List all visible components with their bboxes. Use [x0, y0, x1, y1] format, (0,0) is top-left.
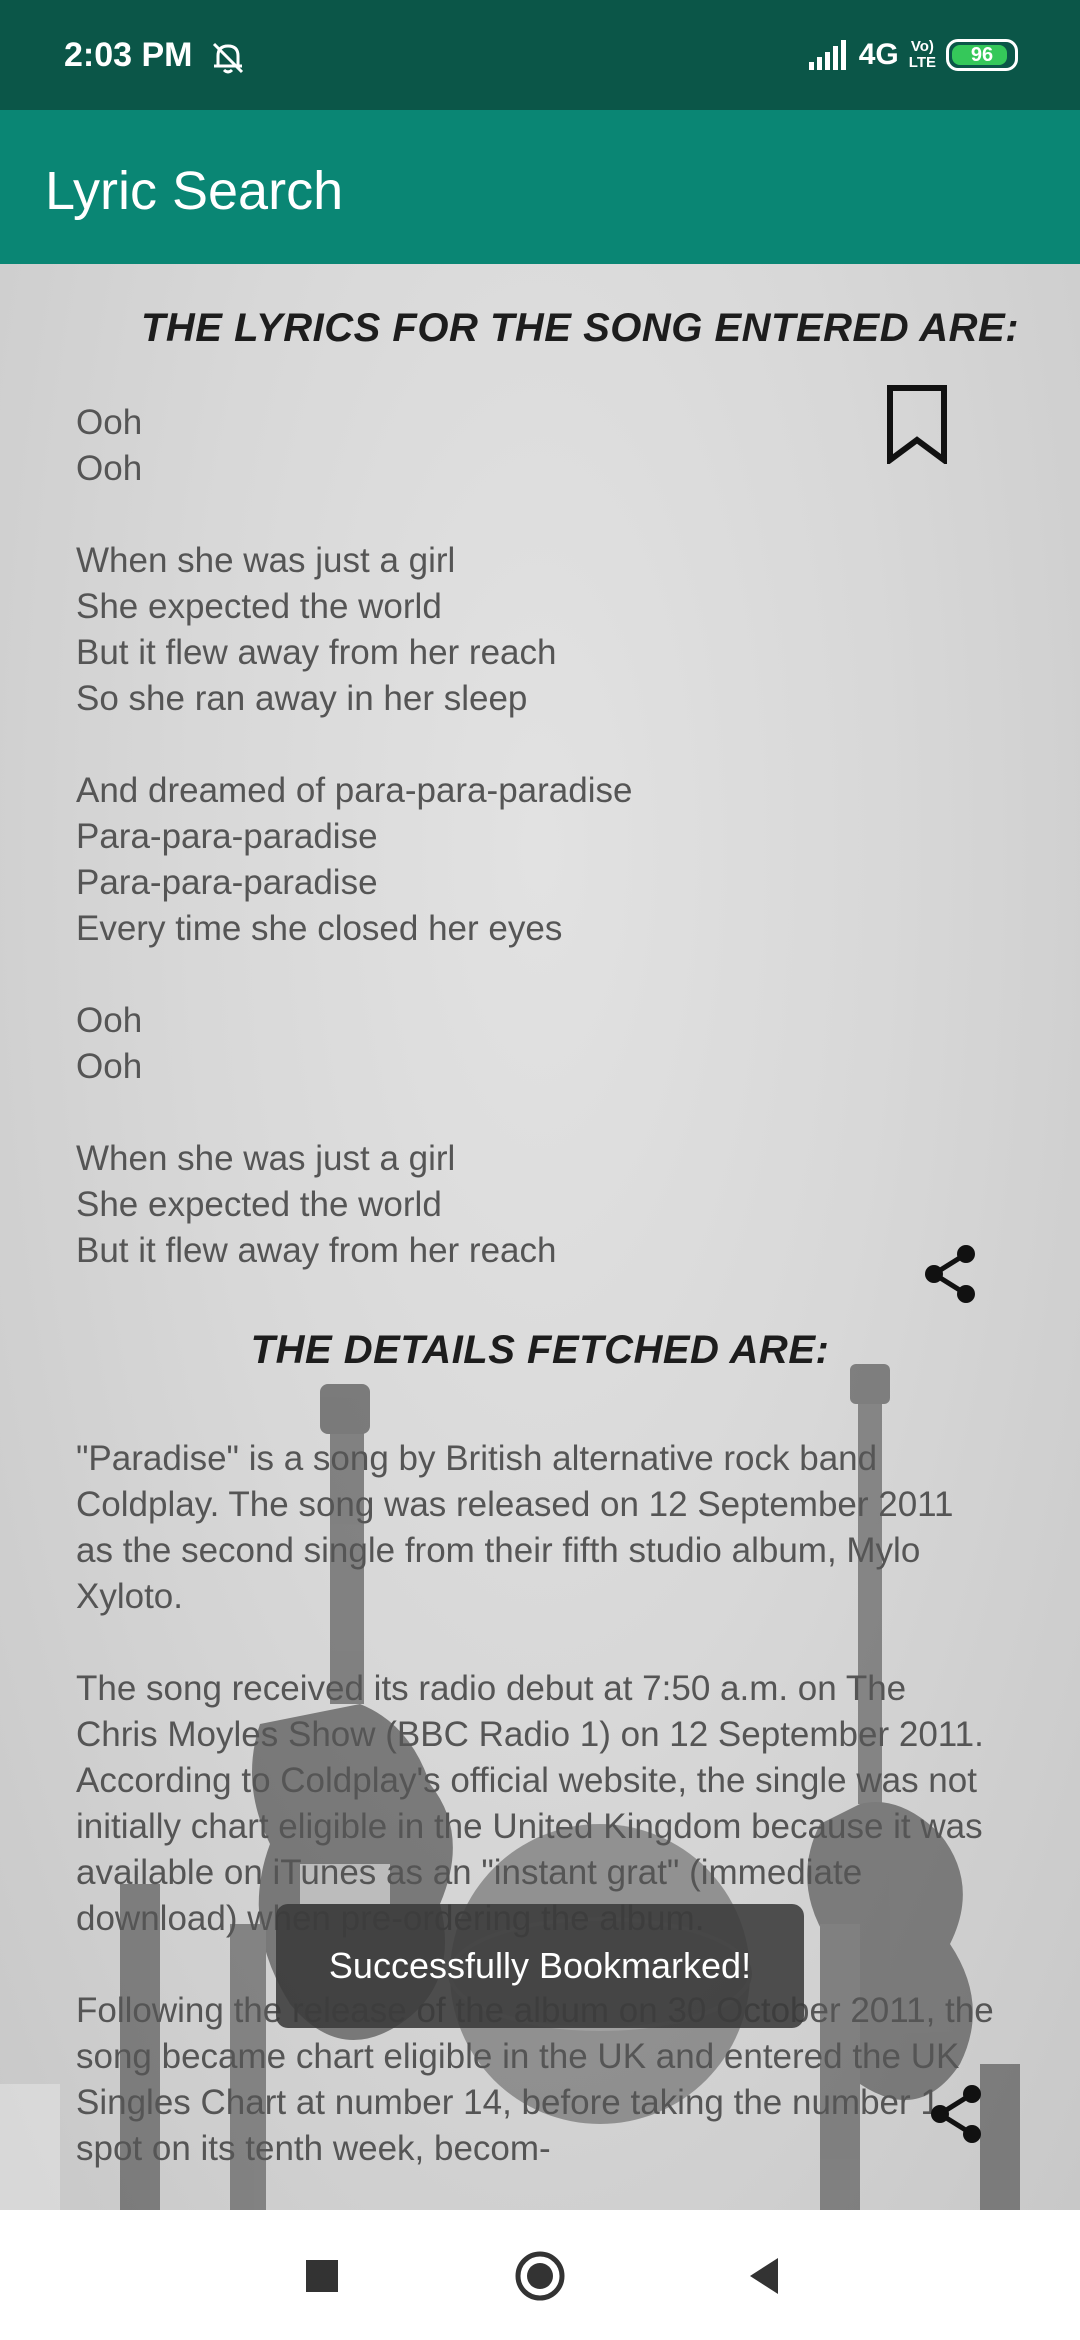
network-type: 4G: [858, 38, 899, 71]
status-icons: 4G Vo) LTE 96: [807, 32, 1018, 78]
status-bar: 2:03 PM 4G Vo) LTE 96: [0, 0, 1080, 110]
lyrics-text: Ooh Ooh When she was just a girl She exp…: [76, 403, 633, 1270]
signal-icon: [808, 40, 846, 70]
battery-level: 96: [970, 43, 994, 66]
home-icon[interactable]: [512, 2248, 568, 2304]
details-heading: THE DETAILS FETCHED ARE:: [250, 1328, 830, 1372]
bell-off-icon: [212, 42, 244, 74]
share-icon[interactable]: [928, 2084, 984, 2144]
back-icon[interactable]: [736, 2248, 792, 2304]
app-bar: Lyric Search: [0, 110, 1080, 264]
volte-top: Vo): [910, 38, 934, 55]
battery-icon: 96: [946, 39, 1018, 71]
volte-bottom: LTE: [908, 54, 936, 71]
lyrics-heading: THE LYRICS FOR THE SONG ENTERED ARE:: [140, 306, 1020, 350]
details-text: "Paradise" is a song by British alternat…: [76, 1439, 994, 2168]
status-time: 2:03 PM: [64, 36, 193, 74]
recents-icon[interactable]: [294, 2248, 350, 2304]
navigation-bar: [0, 2210, 1080, 2340]
share-icon[interactable]: [922, 1244, 978, 1304]
volte-indicator: Vo) LTE: [909, 39, 936, 71]
toast-message: Successfully Bookmarked!: [276, 1904, 804, 2028]
app-title: Lyric Search: [45, 161, 344, 221]
